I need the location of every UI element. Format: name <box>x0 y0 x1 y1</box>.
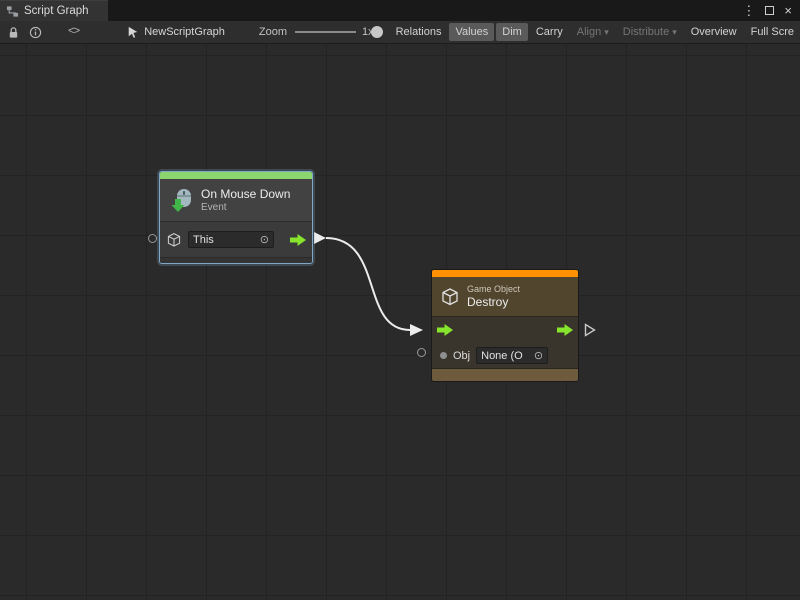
toolbar-button-align[interactable]: Align ▾ <box>571 23 615 41</box>
game-object-cube-icon <box>440 287 460 307</box>
tab-script-graph[interactable]: Script Graph <box>0 0 108 21</box>
toolbar-buttons: Relations Values Dim Carry Align ▾ Distr… <box>390 23 800 41</box>
tab-bar: Script Graph ⋮ × <box>0 0 800 21</box>
node-subtitle: Event <box>201 202 290 213</box>
button-label: Relations <box>396 26 442 38</box>
value-port-row: Obj None (O ⊙ <box>432 343 578 368</box>
obj-object-field[interactable]: None (O ⊙ <box>476 347 548 364</box>
button-label: Carry <box>536 26 563 38</box>
graph-cursor-icon <box>127 26 139 38</box>
object-picker-icon[interactable]: ⊙ <box>260 233 269 246</box>
flow-output-port[interactable] <box>557 324 573 336</box>
maximize-button[interactable] <box>765 6 774 15</box>
object-picker-icon[interactable]: ⊙ <box>534 349 543 362</box>
zoom-slider-knob[interactable] <box>371 26 383 38</box>
script-graph-window: Script Graph ⋮ × <> <box>0 0 800 600</box>
zoom-label: Zoom <box>259 26 287 38</box>
toolbar-button-distribute[interactable]: Distribute ▾ <box>617 23 683 41</box>
toolbar-button-fullscreen[interactable]: Full Scre <box>745 23 800 41</box>
node-title: On Mouse Down <box>201 187 290 201</box>
script-graph-icon <box>6 5 19 18</box>
target-object-field[interactable]: This ⊙ <box>188 231 274 248</box>
toolbar-button-overview[interactable]: Overview <box>685 23 743 41</box>
window-menu-button[interactable]: ⋮ <box>742 4 755 17</box>
mouse-down-event-icon <box>168 187 194 213</box>
obj-port-label: Obj <box>453 350 470 362</box>
code-view-icon[interactable]: <> <box>68 26 79 38</box>
node-on-mouse-down[interactable]: On Mouse Down Event This ⊙ <box>160 172 312 263</box>
button-label: Full Scre <box>751 26 794 38</box>
toolbar-button-values[interactable]: Values <box>449 23 494 41</box>
flow-input-port[interactable] <box>437 324 453 336</box>
game-object-cube-icon <box>166 232 182 248</box>
button-label: Align <box>577 26 601 38</box>
graph-canvas[interactable]: On Mouse Down Event This ⊙ <box>0 44 800 600</box>
toolbar-button-carry[interactable]: Carry <box>530 23 569 41</box>
node-accent-strip <box>160 172 312 179</box>
lock-icon[interactable] <box>7 26 20 39</box>
target-object-value: This <box>193 234 214 246</box>
toolbar-button-relations[interactable]: Relations <box>390 23 448 41</box>
node-footer <box>160 257 312 263</box>
tab-label: Script Graph <box>24 5 89 17</box>
value-port-dot[interactable] <box>440 352 447 359</box>
button-label: Overview <box>691 26 737 38</box>
node-header[interactable]: Game Object Destroy <box>432 277 578 316</box>
chevron-down-icon: ▾ <box>672 27 677 38</box>
button-label: Values <box>455 26 488 38</box>
destroy-flow-continue-port[interactable] <box>584 323 596 342</box>
node-port-row: This ⊙ <box>160 221 312 257</box>
graph-name-label: NewScriptGraph <box>144 26 225 38</box>
node-header[interactable]: On Mouse Down Event <box>160 179 312 221</box>
obj-object-value: None (O <box>481 350 523 362</box>
node-category: Game Object <box>467 284 520 294</box>
info-icon[interactable] <box>29 26 42 39</box>
mouse-node-value-input-port[interactable] <box>148 234 157 243</box>
zoom-slider-track <box>295 31 356 33</box>
node-accent-strip <box>432 270 578 277</box>
flow-port-row <box>432 316 578 343</box>
window-controls: ⋮ × <box>742 0 800 21</box>
destroy-node-obj-input-port[interactable] <box>417 348 426 357</box>
zoom-slider[interactable] <box>295 26 356 38</box>
graph-toolbar: <> NewScriptGraph Zoom 1x Relations Valu… <box>0 21 800 44</box>
node-title: Destroy <box>467 295 520 309</box>
node-footer <box>432 368 578 381</box>
close-button[interactable]: × <box>784 4 792 17</box>
flow-output-port[interactable] <box>290 234 306 246</box>
chevron-down-icon: ▾ <box>604 27 609 38</box>
button-label: Dim <box>502 26 522 38</box>
button-label: Distribute <box>623 26 669 38</box>
node-destroy[interactable]: Game Object Destroy Obj <box>432 270 578 381</box>
graph-asset[interactable]: NewScriptGraph <box>127 26 225 38</box>
connection-wire <box>0 44 800 600</box>
toolbar-button-dim[interactable]: Dim <box>496 23 528 41</box>
